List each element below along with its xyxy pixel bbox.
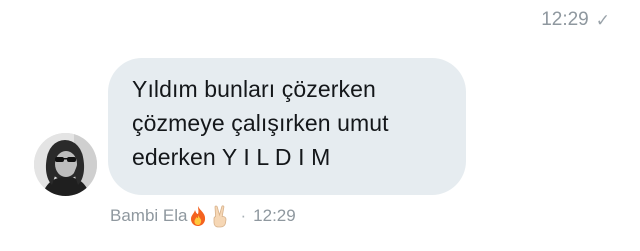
conversation-view: 12:29 ✓ Yıldım bunları çözerken çözmeye … — [0, 0, 640, 251]
message-line: çözmeye çalışırken umut — [132, 110, 389, 136]
message-bubble[interactable]: Yıldım bunları çözerken çözmeye çalışırk… — [108, 58, 466, 195]
previous-message-time: 12:29 — [541, 9, 589, 30]
victory-hand-icon — [209, 204, 231, 228]
message-line: Yıldım bunları çözerken — [132, 76, 376, 102]
sender-name[interactable]: Bambi Ela — [110, 206, 187, 226]
fire-icon — [188, 205, 208, 227]
message-text: Yıldım bunları çözerken çözmeye çalışırk… — [132, 72, 450, 174]
message-time: 12:29 — [253, 206, 296, 225]
message-meta: Bambi Ela · 12:29 — [110, 204, 296, 228]
avatar-photo — [34, 133, 97, 196]
previous-message-status: 12:29 ✓ — [541, 9, 610, 31]
message-line: ederken Y I L D I M — [132, 144, 331, 170]
avatar[interactable] — [34, 133, 97, 196]
separator-dot: · — [240, 206, 247, 225]
check-icon: ✓ — [595, 10, 610, 30]
